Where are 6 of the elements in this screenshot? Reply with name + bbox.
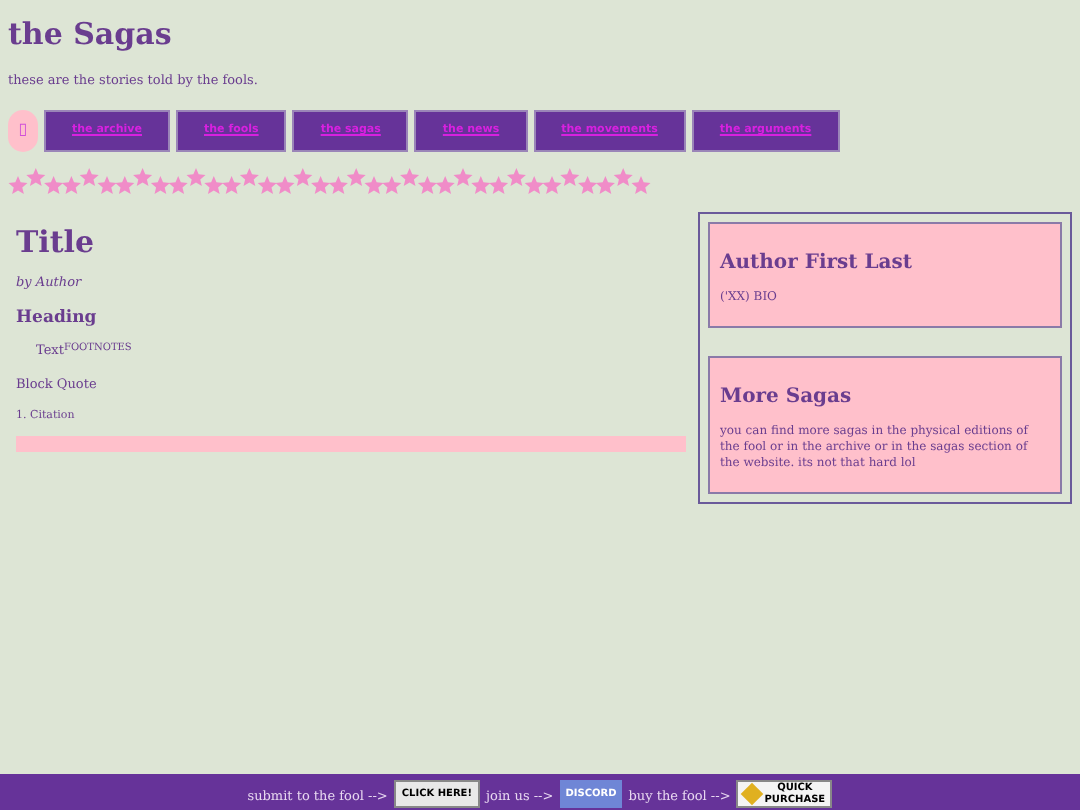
home-icon[interactable]: ▯	[8, 109, 38, 152]
card-title: More Sagas	[720, 383, 854, 412]
article-title: Title	[16, 223, 97, 260]
card-title: Author First Last	[720, 249, 914, 278]
article-heading: Heading	[16, 305, 99, 331]
site-title: the Sagas	[8, 16, 174, 52]
